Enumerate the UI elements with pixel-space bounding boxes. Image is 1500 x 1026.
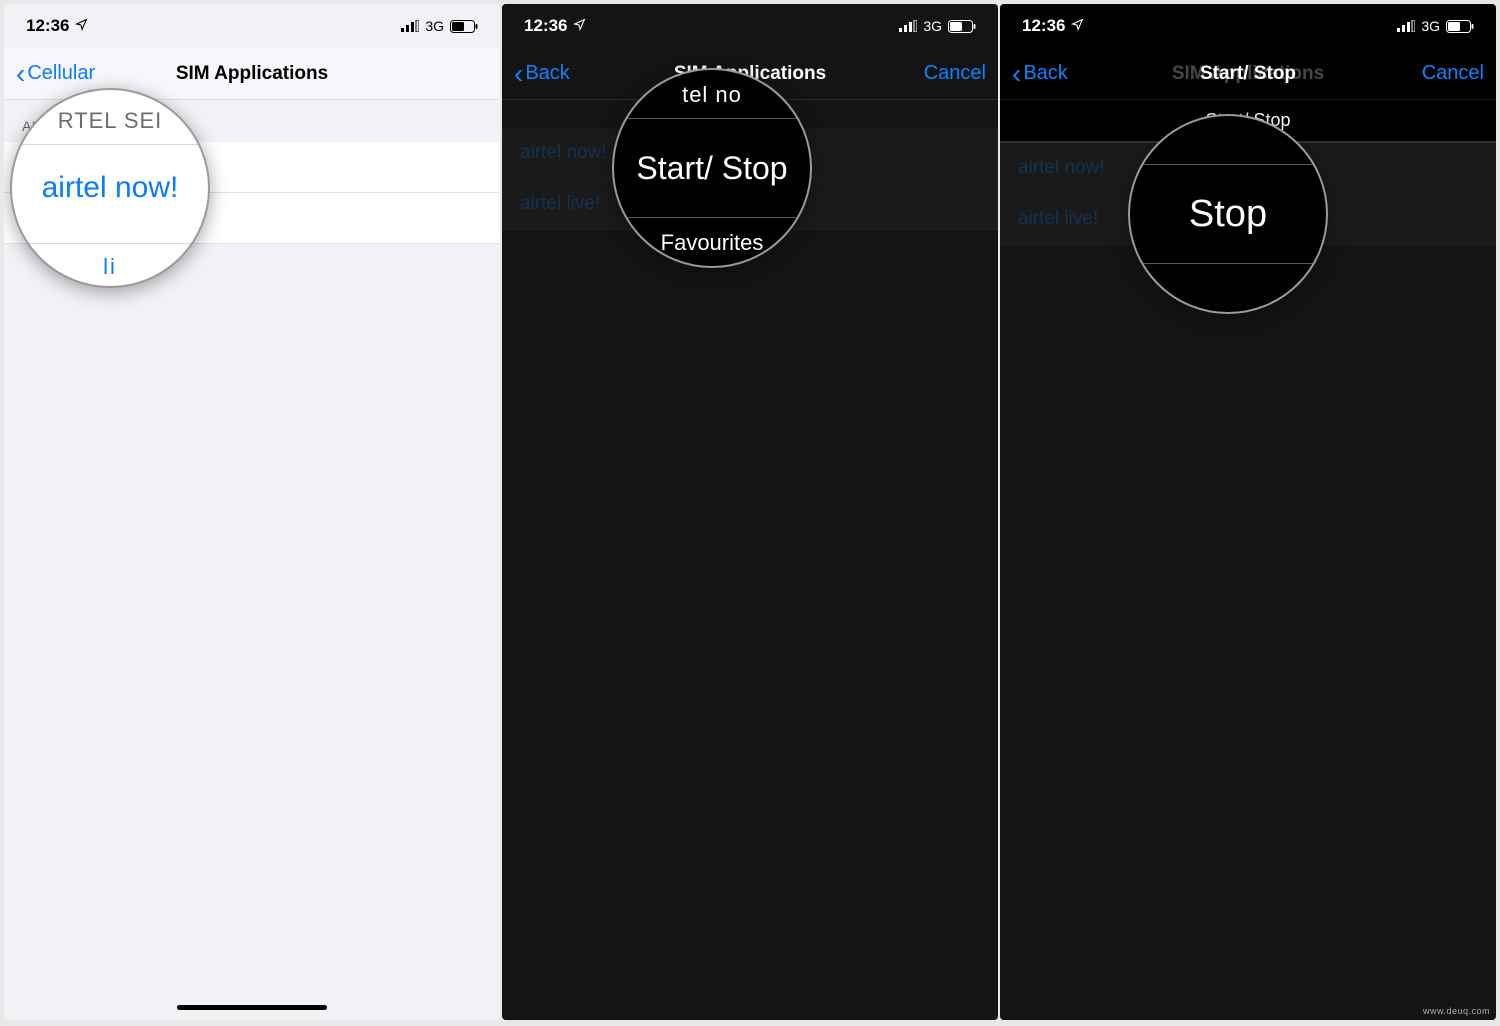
location-icon [75,18,88,34]
content: airtel now! airtel live! [502,100,998,230]
back-button[interactable]: ‹ Back [514,60,570,88]
chevron-left-icon: ‹ [514,60,523,88]
status-time: 12:36 [524,16,567,36]
signal-icon [1397,20,1415,32]
screen-1-sim-applications: 12:36 3G ‹ Cellular SIM Applications AIR… [4,4,500,1020]
popup-header: Start/ Stop [1000,100,1496,142]
status-network: 3G [425,18,444,34]
row-airtel-now[interactable]: airtel now! [4,142,500,193]
section-header: AIRTEL SERVICES [4,100,500,142]
row-airtel-now[interactable]: airtel now! [502,128,998,179]
home-indicator [177,1005,327,1010]
status-network: 3G [1421,18,1440,34]
watermark: www.deuq.com [1423,1006,1490,1016]
status-network: 3G [923,18,942,34]
status-bar: 12:36 3G [502,4,998,48]
dim-overlay [1000,144,1496,1020]
nav-bar: ‹ Back SIM Applications Start/ Stop Canc… [1000,48,1496,100]
battery-icon [450,20,478,33]
nav-bar: ‹ Back SIM Applications Cancel [502,48,998,100]
screen-2-start-stop-menu: 12:36 3G ‹ Back SIM Applications Cancel … [502,4,998,1020]
back-button[interactable]: ‹ Cellular [16,60,95,88]
status-bar: 12:36 3G [1000,4,1496,48]
signal-icon [401,20,419,32]
magnifier-below-fragment: li [103,254,117,280]
location-icon [573,18,586,34]
magnifier-bottom: Favourites [661,230,764,256]
content: airtel now! airtel live! [1000,142,1496,245]
screen-3-stop-confirm: 12:36 3G ‹ Back SIM Applications Start/ … [1000,4,1496,1020]
status-bar: 12:36 3G [4,4,500,48]
back-label: Cellular [27,62,95,85]
chevron-left-icon: ‹ [16,60,25,88]
back-button[interactable]: ‹ Back [1012,60,1068,88]
row-airtel-live[interactable]: airtel live! [4,193,500,244]
cancel-button[interactable]: Cancel [1422,62,1484,85]
signal-icon [899,20,917,32]
battery-icon [1446,20,1474,33]
status-time: 12:36 [26,16,69,36]
back-label: Back [1023,62,1067,85]
back-label: Back [525,62,569,85]
content: AIRTEL SERVICES airtel now! airtel live! [4,100,500,244]
chevron-left-icon: ‹ [1012,60,1021,88]
row-airtel-live[interactable]: airtel live! [1000,194,1496,245]
location-icon [1071,18,1084,34]
cancel-button[interactable]: Cancel [924,62,986,85]
row-airtel-live[interactable]: airtel live! [502,179,998,230]
battery-icon [948,20,976,33]
nav-bar: ‹ Cellular SIM Applications [4,48,500,100]
status-time: 12:36 [1022,16,1065,36]
row-airtel-now[interactable]: airtel now! [1000,142,1496,194]
